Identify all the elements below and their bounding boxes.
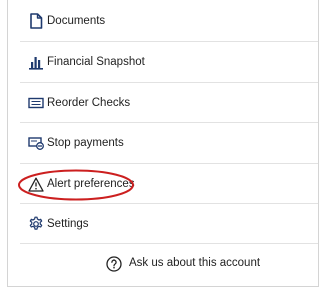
account-menu-panel: Documents Financial Snapshot Reorder Che…: [7, 0, 319, 287]
menu-item-label: Settings: [47, 218, 89, 230]
menu-item-label: Reorder Checks: [47, 97, 131, 109]
menu-item-label: Alert preferences: [47, 178, 135, 190]
menu-item-label: Documents: [47, 15, 106, 27]
gear-icon: [28, 216, 44, 232]
stop-payment-icon: [28, 135, 44, 151]
menu-item-financial-snapshot[interactable]: Financial Snapshot: [8, 42, 318, 82]
menu-item-settings[interactable]: Settings: [8, 204, 318, 244]
menu-item-label: Stop payments: [47, 137, 124, 149]
menu-item-label: Financial Snapshot: [47, 56, 145, 68]
warning-icon: [28, 176, 44, 192]
ask-about-account-link[interactable]: Ask us about this account: [8, 244, 318, 284]
ask-label: Ask us about this account: [129, 257, 261, 269]
menu-item-stop-payments[interactable]: Stop payments: [8, 123, 318, 163]
menu-item-reorder-checks[interactable]: Reorder Checks: [8, 83, 318, 123]
document-icon: [28, 13, 44, 29]
help-circle-icon: [106, 256, 122, 272]
menu-item-documents[interactable]: Documents: [8, 1, 318, 41]
menu-item-alert-preferences[interactable]: Alert preferences: [8, 164, 318, 204]
bar-chart-icon: [28, 54, 44, 70]
check-icon: [28, 95, 44, 111]
